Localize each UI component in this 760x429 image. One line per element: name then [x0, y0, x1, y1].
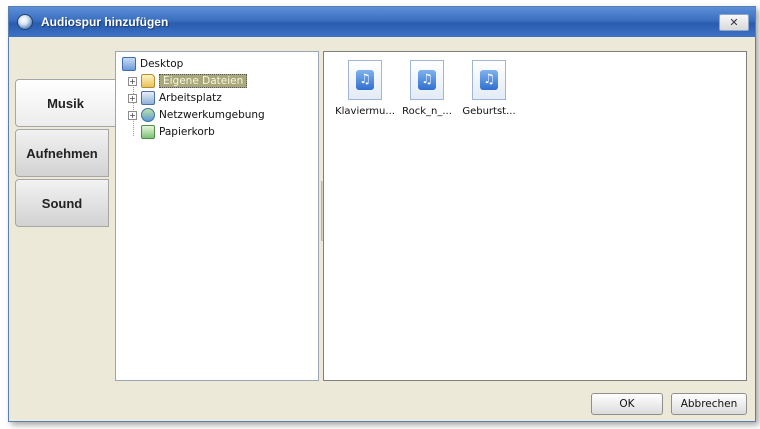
cancel-button[interactable]: Abbrechen	[671, 393, 747, 415]
audio-file-icon: ♫	[348, 60, 382, 100]
cancel-button-label: Abbrechen	[680, 398, 738, 410]
audio-file-icon: ♫	[410, 60, 444, 100]
music-note-icon: ♫	[418, 70, 436, 90]
network-icon	[141, 108, 155, 122]
audio-file-icon: ♫	[472, 60, 506, 100]
ok-button[interactable]: OK	[591, 393, 663, 415]
window-title: Audiospur hinzufügen	[41, 15, 169, 29]
recycle-bin-icon	[141, 125, 155, 139]
tab-label: Aufnehmen	[26, 145, 98, 161]
title-bar[interactable]: Audiospur hinzufügen ✕	[9, 7, 755, 37]
expand-icon[interactable]: +	[128, 93, 137, 103]
add-audio-track-dialog: Audiospur hinzufügen ✕ Musik Aufnehmen S…	[8, 6, 756, 422]
tab-label: Sound	[41, 195, 83, 211]
file-name: Rock_n_...	[402, 106, 452, 117]
music-note-icon: ♫	[356, 70, 374, 90]
tree-item-arbeitsplatz[interactable]: + Arbeitsplatz	[128, 90, 222, 106]
music-note-icon: ♫	[480, 70, 498, 90]
file-name: Geburtst...	[462, 106, 516, 117]
tab-aufnehmen[interactable]: Aufnehmen	[15, 129, 109, 177]
file-name: Klaviermu...	[335, 106, 395, 117]
file-item[interactable]: ♫ Geburtst...	[456, 60, 522, 117]
file-list[interactable]: ♫ Klaviermu... ♫ Rock_n_... ♫ Geburtst..…	[323, 51, 747, 381]
close-button[interactable]: ✕	[719, 14, 749, 31]
desktop-icon	[122, 57, 136, 71]
folder-icon	[141, 74, 155, 88]
ok-button-label: OK	[619, 398, 635, 410]
expand-icon[interactable]: +	[128, 76, 137, 86]
folder-tree[interactable]: Desktop + Eigene Dateien + Arbeitsplatz …	[115, 51, 319, 381]
tab-musik[interactable]: Musik	[15, 79, 115, 127]
tree-item-label: Eigene Dateien	[159, 74, 248, 88]
tab-sound[interactable]: Sound	[15, 179, 109, 227]
computer-icon	[141, 91, 155, 105]
close-icon: ✕	[729, 16, 739, 29]
expand-icon[interactable]: +	[128, 110, 137, 120]
tree-item-eigene-dateien[interactable]: + Eigene Dateien	[128, 73, 248, 89]
tree-item-label: Papierkorb	[159, 126, 215, 138]
tree-item-label: Netzwerkumgebung	[159, 109, 265, 121]
file-item[interactable]: ♫ Klaviermu...	[332, 60, 398, 117]
tree-item-label: Desktop	[140, 58, 184, 70]
tree-item-desktop[interactable]: Desktop	[122, 56, 183, 72]
file-item[interactable]: ♫ Rock_n_...	[394, 60, 460, 117]
tab-label: Musik	[47, 95, 84, 111]
tree-item-papierkorb[interactable]: Papierkorb	[141, 124, 215, 140]
tree-item-netzwerkumgebung[interactable]: + Netzwerkumgebung	[128, 107, 265, 123]
tree-item-label: Arbeitsplatz	[159, 92, 222, 104]
app-icon	[17, 14, 33, 30]
source-tabs: Musik Aufnehmen Sound	[15, 71, 115, 229]
